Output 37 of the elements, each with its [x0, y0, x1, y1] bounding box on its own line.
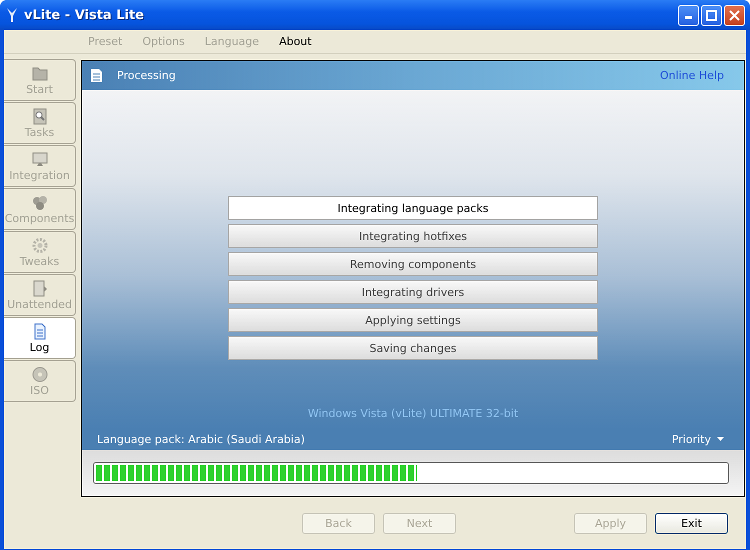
sidebar-tab[interactable]: Tweaks — [4, 231, 76, 273]
sidebar-tab[interactable]: Tasks — [4, 102, 76, 144]
step-item: Integrating hotfixes — [228, 224, 598, 248]
monitor-icon — [30, 150, 48, 168]
menu-item[interactable]: About — [279, 35, 312, 48]
step-item: Integrating drivers — [228, 280, 598, 304]
sidebar-tab[interactable]: Integration — [4, 145, 76, 187]
document-icon — [90, 68, 103, 83]
edition-text: Windows Vista (vLite) ULTIMATE 32-bit — [308, 407, 518, 420]
sidebar-tab[interactable]: Components — [4, 188, 76, 230]
priority-dropdown[interactable]: Priority — [672, 432, 724, 446]
step-item: Applying settings — [228, 308, 598, 332]
action-button[interactable]: Exit — [655, 512, 728, 534]
help-link[interactable]: Online Help — [660, 69, 724, 82]
step-item: Integrating language packs — [228, 196, 598, 220]
sidebar-tab[interactable]: Unattended — [4, 274, 76, 316]
sidebar-tab[interactable]: Log — [4, 317, 76, 359]
sidebar-tab[interactable]: Start — [4, 59, 76, 101]
gear-icon — [30, 236, 48, 254]
cubes-icon — [30, 194, 48, 210]
close-button[interactable] — [724, 4, 745, 26]
window-title: vLite - Vista Lite — [24, 8, 146, 22]
maximize-icon — [706, 10, 717, 20]
status-text: Language pack: Arabic (Saudi Arabia) — [97, 432, 306, 446]
search-icon — [30, 108, 48, 124]
folder-icon — [30, 64, 48, 82]
close-icon — [729, 10, 740, 20]
step-item: Saving changes — [228, 336, 598, 360]
step-item: Removing components — [228, 252, 598, 276]
panel-title: Processing — [117, 69, 177, 82]
sidebar-tab[interactable]: ISO — [4, 360, 76, 402]
disc-icon — [30, 366, 48, 382]
caret-icon — [717, 437, 724, 441]
minimize-button[interactable] — [678, 4, 699, 26]
maximize-button[interactable] — [701, 4, 722, 26]
document-icon — [30, 280, 48, 296]
app-icon — [6, 7, 18, 23]
